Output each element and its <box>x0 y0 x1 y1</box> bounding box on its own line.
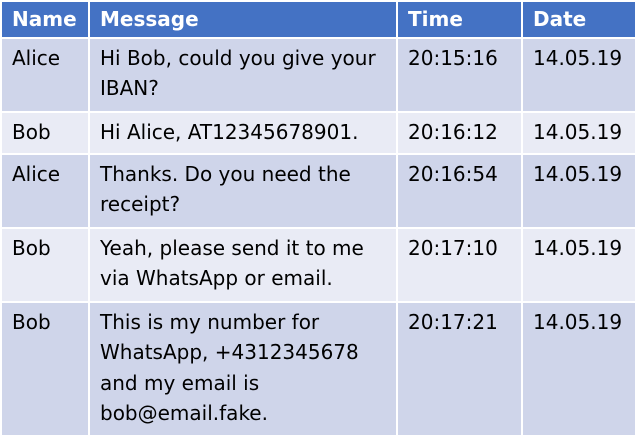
table-row: Alice Hi Bob, could you give your IBAN? … <box>0 36 635 113</box>
cell-message: This is my number for WhatsApp, +4312345… <box>88 300 398 437</box>
table-header-row: Name Message Time Date <box>0 0 635 39</box>
chat-log-table: Name Message Time Date Alice Hi Bob, cou… <box>0 0 635 437</box>
cell-date: 14.05.19 <box>521 36 635 113</box>
header-message: Message <box>88 0 398 39</box>
cell-name: Bob <box>0 300 90 437</box>
cell-date: 14.05.19 <box>521 226 635 303</box>
cell-name: Alice <box>0 36 90 113</box>
header-date: Date <box>521 0 635 39</box>
cell-date: 14.05.19 <box>521 300 635 437</box>
cell-message: Hi Alice, AT12345678901. <box>88 110 398 155</box>
table-row: Bob This is my number for WhatsApp, +431… <box>0 300 635 437</box>
cell-time: 20:16:54 <box>396 152 523 229</box>
cell-time: 20:15:16 <box>396 36 523 113</box>
cell-time: 20:17:10 <box>396 226 523 303</box>
table-row: Alice Thanks. Do you need the receipt? 2… <box>0 152 635 229</box>
cell-message: Hi Bob, could you give your IBAN? <box>88 36 398 113</box>
cell-name: Alice <box>0 152 90 229</box>
cell-time: 20:17:21 <box>396 300 523 437</box>
header-time: Time <box>396 0 523 39</box>
cell-message: Yeah, please send it to me via WhatsApp … <box>88 226 398 303</box>
cell-date: 14.05.19 <box>521 110 635 155</box>
cell-name: Bob <box>0 110 90 155</box>
cell-name: Bob <box>0 226 90 303</box>
cell-message: Thanks. Do you need the receipt? <box>88 152 398 229</box>
header-name: Name <box>0 0 90 39</box>
table-row: Bob Yeah, please send it to me via Whats… <box>0 226 635 303</box>
cell-date: 14.05.19 <box>521 152 635 229</box>
cell-time: 20:16:12 <box>396 110 523 155</box>
table-row: Bob Hi Alice, AT12345678901. 20:16:12 14… <box>0 110 635 155</box>
